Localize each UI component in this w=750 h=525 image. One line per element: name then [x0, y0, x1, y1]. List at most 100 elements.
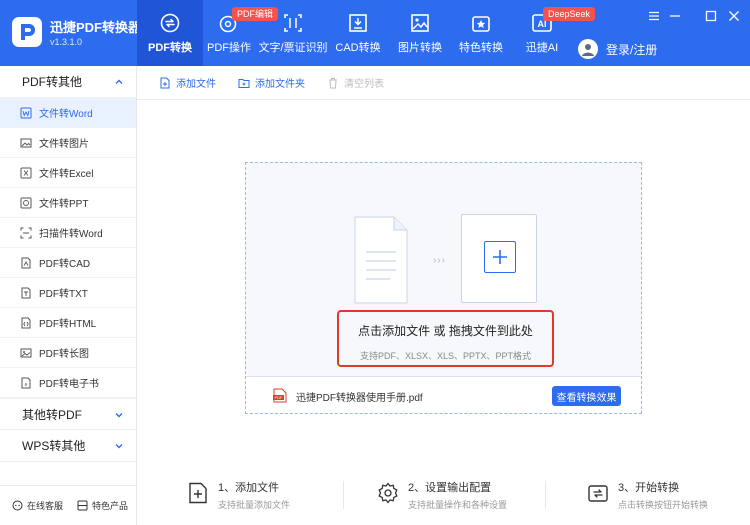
- tab-label: PDF操作: [207, 41, 251, 54]
- group-title: PDF转其他: [22, 75, 83, 89]
- tab-label: 图片转换: [398, 41, 442, 54]
- step-desc: 支持批量操作和各种设置: [408, 500, 508, 510]
- svg-text:e: e: [25, 382, 28, 388]
- svg-text:PDF: PDF: [275, 395, 284, 400]
- sidebar-item-label: 文件转Word: [39, 109, 93, 120]
- sidebar-item-file-to-image[interactable]: 文件转图片: [0, 128, 136, 158]
- arrow-right-icon: ›››: [433, 255, 446, 266]
- login-area[interactable]: 登录/注册: [578, 39, 657, 59]
- toolbar: 添加文件 添加文件夹 清空列表: [137, 66, 750, 100]
- drop-hint[interactable]: 点击添加文件 或 拖拽文件到此处 支持PDF、XLSX、XLS、PPTX、PPT…: [337, 310, 554, 367]
- add-file-box[interactable]: [461, 214, 537, 303]
- divider: [545, 481, 546, 509]
- sidebar-item-pdf-to-txt[interactable]: PDF转TXT: [0, 278, 136, 308]
- menu-icon[interactable]: [646, 8, 662, 24]
- close-icon[interactable]: [726, 8, 742, 24]
- sidebar-item-label: 文件转Excel: [39, 169, 94, 180]
- sidebar-group-other-to-pdf[interactable]: 其他转PDF: [0, 398, 136, 430]
- add-file-icon: [189, 482, 207, 504]
- cad-icon: [349, 13, 367, 32]
- add-file-button[interactable]: 添加文件: [159, 75, 216, 90]
- tab-label: 迅捷AI: [525, 41, 559, 54]
- group-title: WPS转其他: [22, 439, 86, 453]
- cad-file-icon: [21, 257, 31, 268]
- sidebar-item-label: PDF转CAD: [39, 259, 91, 270]
- top-bar: 迅捷PDF转换器 v1.3.1.0 PDF转换 PDF操作 PDF编辑 文字/票…: [0, 0, 750, 66]
- picture-icon: [20, 138, 32, 147]
- add-file-icon: [160, 77, 170, 88]
- app-name: 迅捷PDF转换器: [50, 20, 142, 35]
- clear-list-button[interactable]: 清空列表: [327, 75, 384, 90]
- convert-icon: [160, 13, 180, 32]
- sidebar-item-pdf-to-long-image[interactable]: PDF转长图: [0, 338, 136, 368]
- sidebar-item-label: PDF转TXT: [39, 289, 88, 300]
- step-desc: 支持批量添加文件: [218, 500, 291, 510]
- sidebar-item-pdf-to-html[interactable]: PDF转HTML: [0, 308, 136, 338]
- sidebar-item-pdf-to-ebook[interactable]: e PDF转电子书: [0, 368, 136, 398]
- tab-image[interactable]: 图片转换: [394, 0, 446, 66]
- featured-products-button[interactable]: 特色产品: [77, 499, 128, 512]
- step-add-file: 1、添加文件 支持批量添加文件: [187, 479, 290, 511]
- chevron-down-icon: [115, 444, 123, 449]
- minimize-icon[interactable]: [667, 8, 683, 24]
- online-service-button[interactable]: 在线客服: [12, 499, 63, 512]
- sidebar-item-label: 文件转图片: [39, 139, 89, 150]
- add-folder-button[interactable]: 添加文件夹: [238, 75, 305, 90]
- settings-icon: [378, 482, 398, 504]
- avatar: [578, 39, 598, 59]
- trash-icon: [329, 77, 337, 88]
- sidebar-item-file-to-ppt[interactable]: 文件转PPT: [0, 188, 136, 218]
- sidebar-footer: 在线客服 特色产品: [0, 485, 136, 525]
- tab-label: PDF转换: [148, 41, 192, 54]
- brand: 迅捷PDF转换器 v1.3.1.0: [12, 14, 141, 50]
- chevron-up-icon: [115, 79, 123, 84]
- tab-label: CAD转换: [335, 41, 381, 54]
- ocr-scan-icon: [284, 13, 302, 32]
- step-start-convert: 3、开始转换 点击转换按钮开始转换: [587, 479, 708, 511]
- grid-icon: [77, 500, 88, 511]
- star-icon: [472, 15, 490, 32]
- add-folder-label: 添加文件夹: [255, 79, 305, 90]
- sidebar-group-wps-to-other[interactable]: WPS转其他: [0, 430, 136, 462]
- sample-file-name[interactable]: 迅捷PDF转换器使用手册.pdf: [296, 389, 423, 404]
- step-desc: 点击转换按钮开始转换: [618, 500, 709, 510]
- maximize-icon[interactable]: [703, 8, 719, 24]
- clear-list-label: 清空列表: [344, 79, 384, 90]
- drop-hint-formats: 支持PDF、XLSX、XLS、PPTX、PPT格式: [359, 351, 532, 361]
- sidebar-item-scan-to-word[interactable]: 扫描件转Word: [0, 218, 136, 248]
- view-result-button[interactable]: 查看转换效果: [552, 386, 621, 406]
- sidebar: PDF转其他 文件转Word 文件转图片 文件转Excel 文件转PPT 扫描件…: [0, 66, 137, 525]
- sidebar-item-label: PDF转HTML: [39, 319, 97, 330]
- sidebar-item-file-to-excel[interactable]: 文件转Excel: [0, 158, 136, 188]
- sidebar-item-label: PDF转电子书: [39, 379, 99, 390]
- step-settings: 2、设置输出配置 支持批量操作和各种设置: [377, 479, 507, 511]
- html-icon: [21, 317, 31, 328]
- login-link[interactable]: 登录/注册: [606, 41, 657, 58]
- chevron-down-icon: [115, 413, 123, 418]
- step-title: 1、添加文件: [218, 482, 280, 494]
- app-logo-icon: [12, 17, 42, 47]
- sidebar-item-label: 扫描件转Word: [39, 229, 103, 240]
- ppt-icon: [20, 197, 32, 208]
- tab-special[interactable]: 特色转换: [455, 0, 507, 66]
- word-icon: [20, 107, 32, 118]
- sidebar-item-pdf-to-cad[interactable]: PDF转CAD: [0, 248, 136, 278]
- group-title: 其他转PDF: [22, 407, 83, 422]
- add-file-label: 添加文件: [176, 79, 216, 90]
- tab-label: 文字/票证识别: [258, 41, 328, 54]
- deepseek-badge: DeepSeek: [543, 7, 596, 21]
- pdf-file-icon: PDF: [273, 388, 287, 403]
- tab-pdf-convert[interactable]: PDF转换: [137, 0, 203, 66]
- sidebar-item-file-to-word[interactable]: 文件转Word: [0, 98, 136, 128]
- tab-ocr[interactable]: 文字/票证识别: [258, 0, 328, 66]
- online-service-label: 在线客服: [27, 501, 64, 511]
- sample-file-bar: PDF 迅捷PDF转换器使用手册.pdf 查看转换效果: [246, 376, 641, 413]
- document-icon: [354, 216, 408, 304]
- featured-products-label: 特色产品: [92, 501, 129, 511]
- long-image-icon: [20, 348, 32, 357]
- scan-icon: [20, 227, 32, 238]
- sidebar-group-pdf-to-other[interactable]: PDF转其他: [0, 66, 136, 98]
- tab-cad[interactable]: CAD转换: [332, 0, 384, 66]
- sidebar-item-label: 文件转PPT: [39, 199, 89, 210]
- sidebar-item-label: PDF转长图: [39, 349, 89, 360]
